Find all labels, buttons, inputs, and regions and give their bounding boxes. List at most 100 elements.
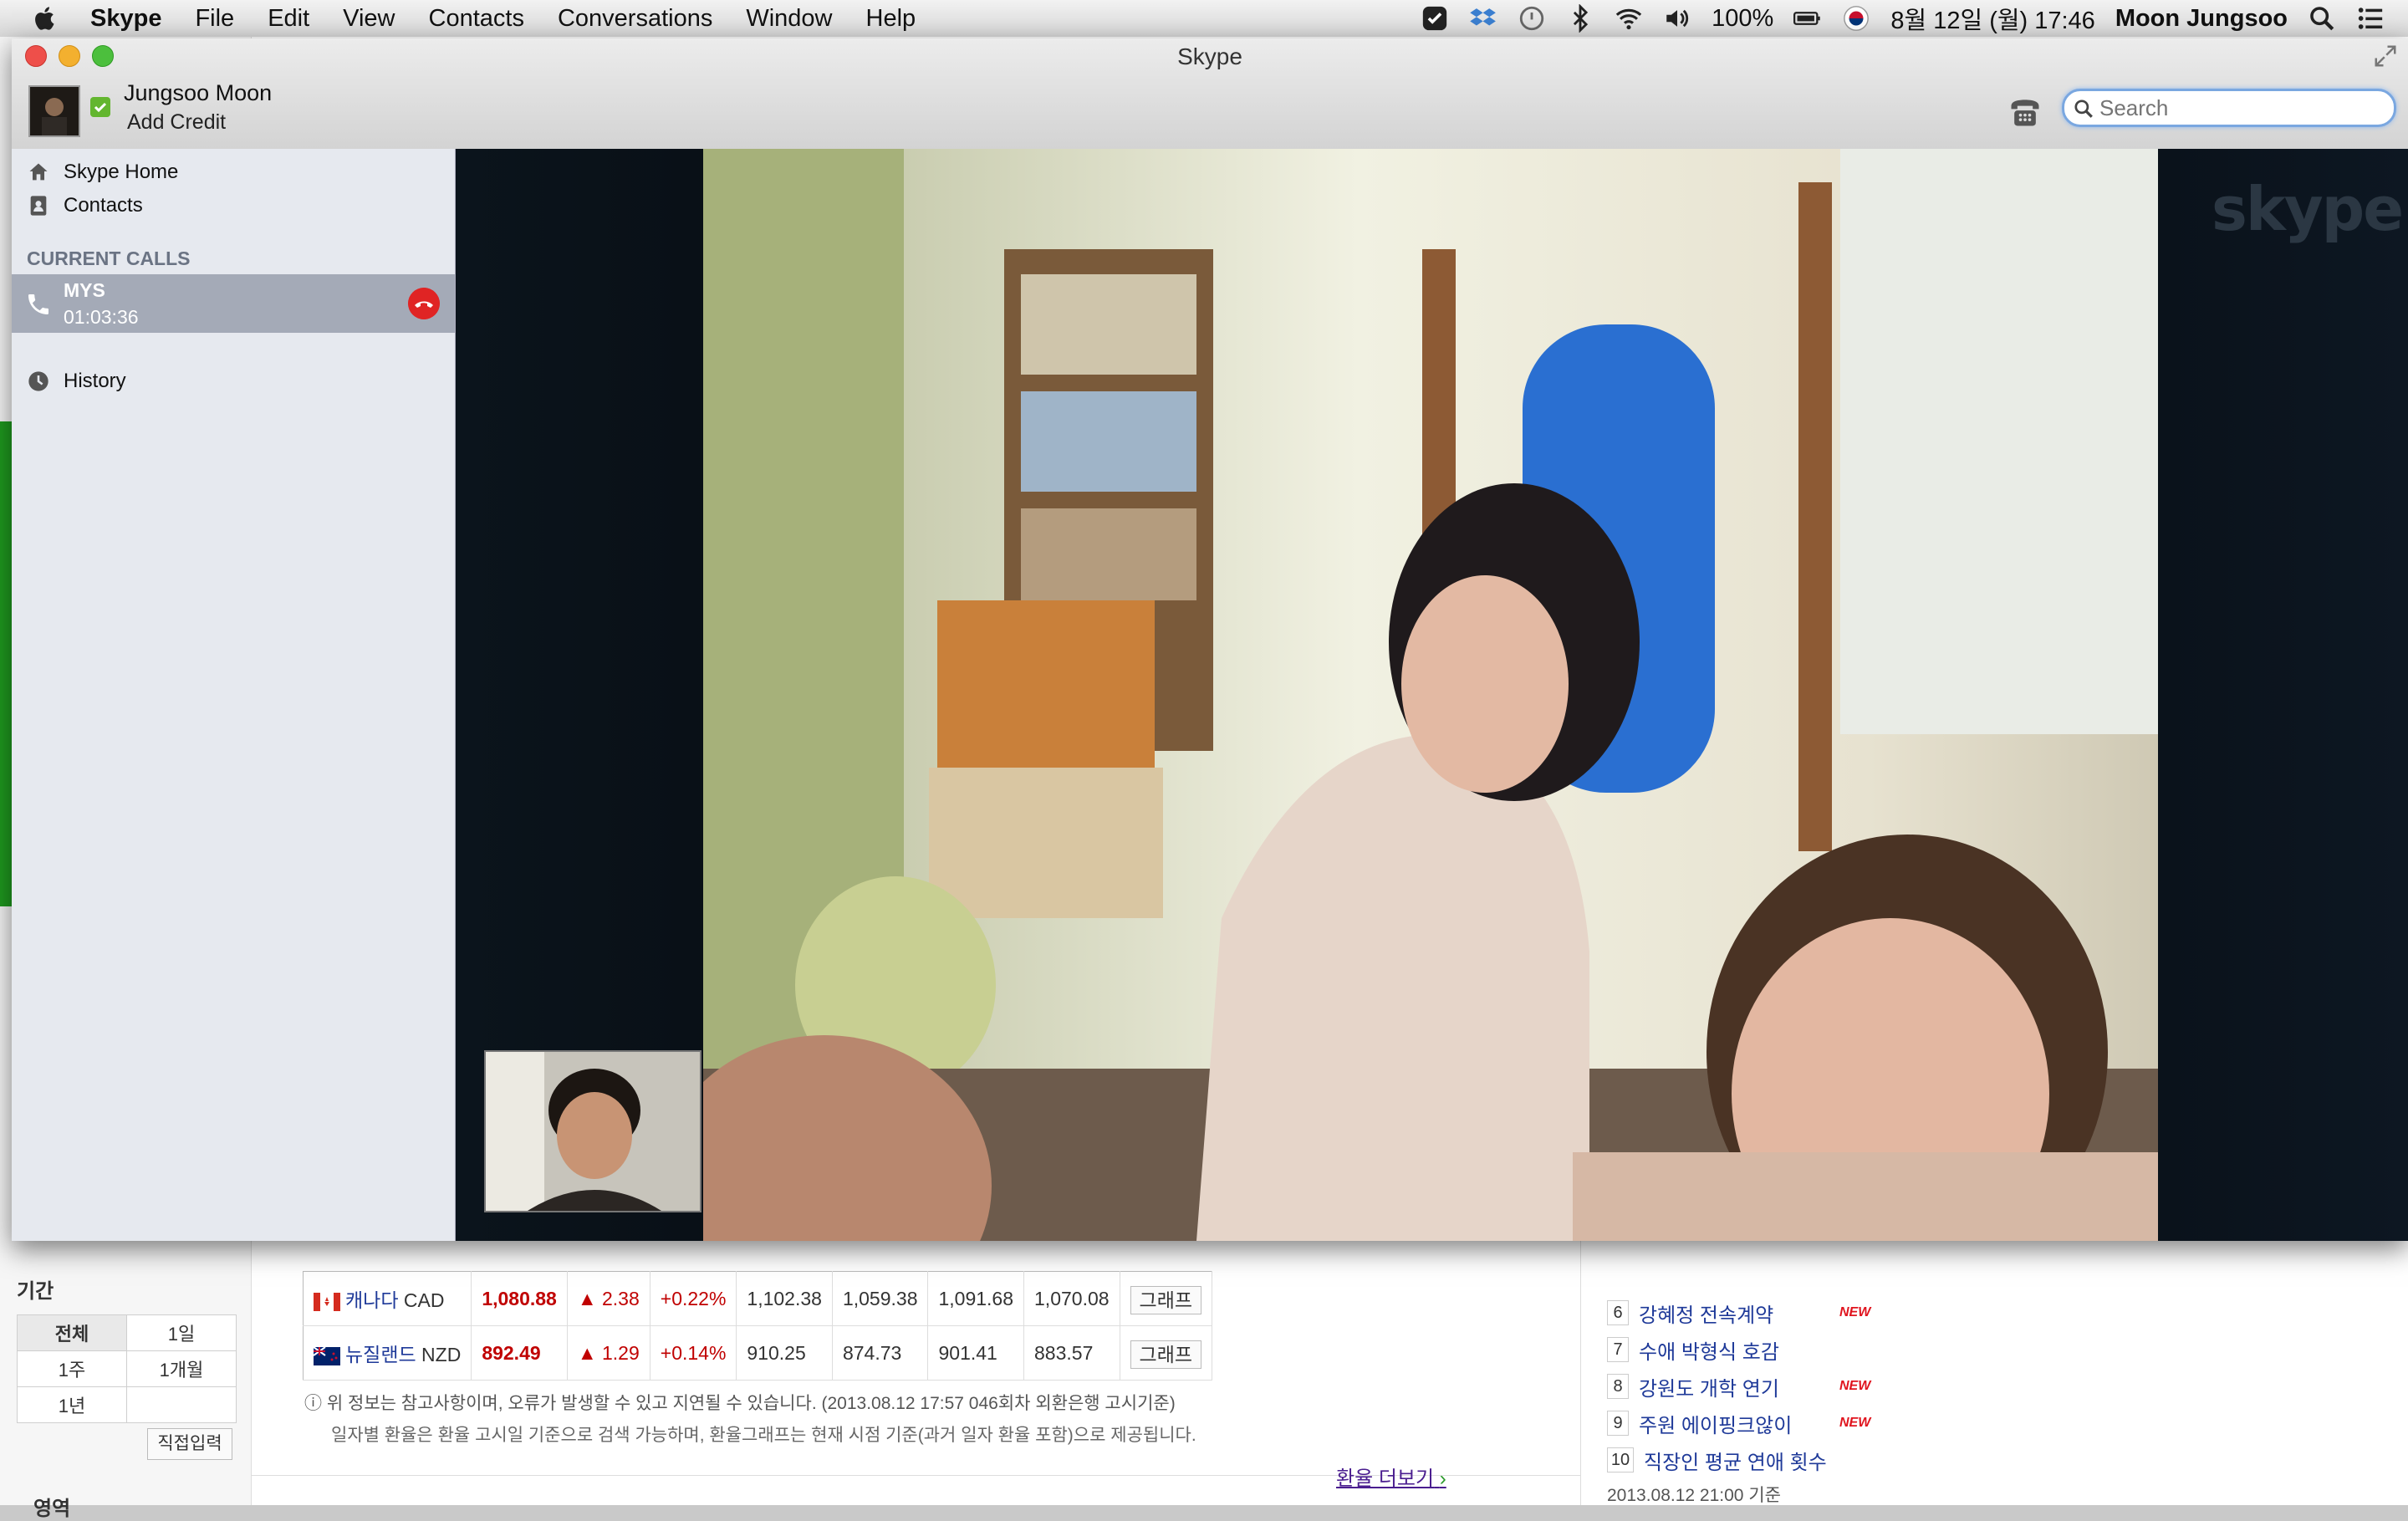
battery-icon[interactable] — [1793, 4, 1822, 33]
rate-change: ▲ 1.29 — [567, 1325, 650, 1381]
graph-button[interactable]: 그래프 — [1130, 1286, 1202, 1314]
table-row: 캐나다 CAD 1,080.88 ▲ 2.38 +0.22% 1,102.38 … — [303, 1271, 1213, 1326]
period-options-table: 전체 1일 1주 1개월 1년 — [17, 1314, 237, 1423]
rank-number: 6 — [1607, 1300, 1629, 1325]
current-call-item[interactable]: MYS 01:03:36 — [12, 274, 455, 333]
dial-pad-phone-icon[interactable] — [2007, 94, 2043, 130]
rank-text[interactable]: 강원도 개학 연기 — [1639, 1372, 1839, 1401]
rank-number: 9 — [1607, 1411, 1629, 1436]
period-label: 기간 — [17, 1280, 54, 1303]
rate-value: 892.49 — [471, 1325, 568, 1381]
info-icon: ⓘ — [304, 1394, 327, 1413]
rate-receive: 1,070.08 — [1023, 1271, 1120, 1326]
wifi-icon[interactable] — [1615, 4, 1643, 33]
currency-name[interactable]: 뉴질랜드 — [345, 1344, 416, 1365]
rank-number: 7 — [1607, 1337, 1629, 1362]
sidebar-item-skype-home[interactable]: Skype Home — [27, 157, 178, 187]
chevron-right-icon: › — [1439, 1467, 1446, 1490]
menubar-user[interactable]: Moon Jungsoo — [2115, 5, 2288, 33]
menu-bar: Skype File Edit View Contacts Conversati… — [0, 0, 2408, 38]
volume-icon[interactable] — [1663, 4, 1691, 33]
rate-cash-buy: 1,102.38 — [736, 1271, 833, 1326]
skype-status-icon[interactable] — [1421, 4, 1449, 33]
rank-text[interactable]: 수애 박형식 호감 — [1639, 1335, 1839, 1365]
menu-edit[interactable]: Edit — [268, 5, 309, 33]
spotlight-search-icon[interactable] — [2308, 4, 2336, 33]
add-credit-link[interactable]: Add Credit — [127, 110, 226, 135]
new-badge: NEW — [1839, 1379, 1871, 1393]
dropbox-icon[interactable] — [1469, 4, 1497, 33]
skype-window: Skype Jungsoo Moon Add Credit Skype Home… — [12, 38, 2408, 1241]
skype-sidebar: Skype Home Contacts CURRENT CALLS MYS 01… — [12, 149, 456, 1241]
list-item[interactable]: 6 강혜정 전속계약 NEW — [1607, 1294, 1870, 1331]
self-view-image — [486, 1052, 700, 1211]
avatar-photo-icon — [30, 87, 79, 135]
input-source-korean-flag-icon[interactable] — [1842, 4, 1870, 33]
period-option-1month[interactable]: 1개월 — [126, 1350, 237, 1387]
rate-note: 일자별 환율은 환율 고시일 기준으로 검색 가능하며, 환율그래프는 현재 시… — [331, 1426, 1196, 1445]
rate-cash-sell: 1,059.38 — [832, 1271, 929, 1326]
list-item[interactable]: 7 수애 박형식 호감 — [1607, 1331, 1870, 1368]
divider — [1580, 1241, 1581, 1505]
sidebar-item-label: Skype Home — [64, 161, 179, 183]
hang-up-button[interactable] — [408, 288, 440, 319]
menu-help[interactable]: Help — [866, 5, 916, 33]
green-strip — [0, 421, 12, 906]
search-box[interactable] — [2062, 89, 2396, 127]
graph-cell: 그래프 — [1120, 1271, 1213, 1326]
apple-menu-icon[interactable] — [30, 3, 60, 33]
bluetooth-icon[interactable] — [1566, 4, 1594, 33]
time-machine-icon[interactable] — [1518, 4, 1546, 33]
sidebar-item-label: History — [64, 370, 126, 392]
list-item[interactable]: 10 직장인 평균 연애 횟수 — [1607, 1442, 1870, 1478]
graph-button[interactable]: 그래프 — [1130, 1340, 1202, 1369]
rank-number: 8 — [1607, 1374, 1629, 1399]
list-item[interactable]: 9 주원 에이핑크않이 NEW — [1607, 1405, 1870, 1442]
rank-number: 10 — [1607, 1447, 1634, 1473]
sidebar-item-history[interactable]: History — [27, 366, 126, 396]
fullscreen-icon[interactable] — [2373, 43, 2398, 69]
period-option-1week[interactable]: 1주 — [17, 1350, 127, 1387]
current-calls-header: CURRENT CALLS — [27, 248, 191, 269]
direct-input-button[interactable]: 직접입력 — [147, 1428, 232, 1460]
contacts-book-icon — [30, 196, 47, 216]
currency-name[interactable]: 캐나다 — [345, 1289, 398, 1311]
profile-name[interactable]: Jungsoo Moon — [124, 80, 272, 106]
currency-code: NZD — [421, 1344, 462, 1365]
avatar[interactable] — [28, 85, 80, 137]
period-option-1day[interactable]: 1일 — [126, 1314, 237, 1351]
video-call-area: skype — [456, 149, 2408, 1241]
rank-text[interactable]: 주원 에이핑크않이 — [1639, 1409, 1839, 1438]
menu-window[interactable]: Window — [746, 5, 832, 33]
online-status-icon[interactable] — [90, 97, 110, 117]
window-title: Skype — [1177, 43, 1242, 69]
rank-text[interactable]: 강혜정 전속계약 — [1639, 1299, 1839, 1328]
list-item[interactable]: 8 강원도 개학 연기 NEW — [1607, 1368, 1870, 1405]
menu-contacts[interactable]: Contacts — [429, 5, 524, 33]
menu-app-skype[interactable]: Skype — [90, 5, 161, 33]
period-option-1year[interactable]: 1년 — [17, 1386, 127, 1423]
more-rates-link[interactable]: 환율 더보기 › — [1336, 1462, 1446, 1491]
clock-history-icon — [28, 371, 48, 391]
rate-percent: +0.14% — [650, 1325, 737, 1381]
currency-cell: 뉴질랜드 NZD — [303, 1325, 472, 1381]
self-view-video[interactable] — [484, 1050, 701, 1212]
rank-text[interactable]: 직장인 평균 연애 횟수 — [1644, 1446, 1844, 1475]
new-badge: NEW — [1839, 1416, 1871, 1430]
remote-video-feed[interactable] — [703, 149, 2158, 1241]
sidebar-item-contacts[interactable]: Contacts — [27, 191, 143, 221]
rate-send: 901.41 — [927, 1325, 1025, 1381]
more-rates-label[interactable]: 환율 더보기 — [1336, 1467, 1434, 1490]
rate-send: 1,091.68 — [927, 1271, 1025, 1326]
menubar-datetime[interactable]: 8월 12일 (월) 17:46 — [1890, 1, 2094, 36]
search-input[interactable] — [2098, 93, 2385, 123]
menu-conversations[interactable]: Conversations — [558, 5, 712, 33]
rate-percent: +0.22% — [650, 1271, 737, 1326]
exchange-rate-table: 캐나다 CAD 1,080.88 ▲ 2.38 +0.22% 1,102.38 … — [303, 1271, 1213, 1381]
rate-receive: 883.57 — [1023, 1325, 1120, 1381]
period-option-all[interactable]: 전체 — [17, 1314, 127, 1351]
notification-center-icon[interactable] — [2356, 4, 2385, 33]
menu-view[interactable]: View — [343, 5, 395, 33]
home-icon — [29, 163, 48, 181]
menu-file[interactable]: File — [195, 5, 234, 33]
